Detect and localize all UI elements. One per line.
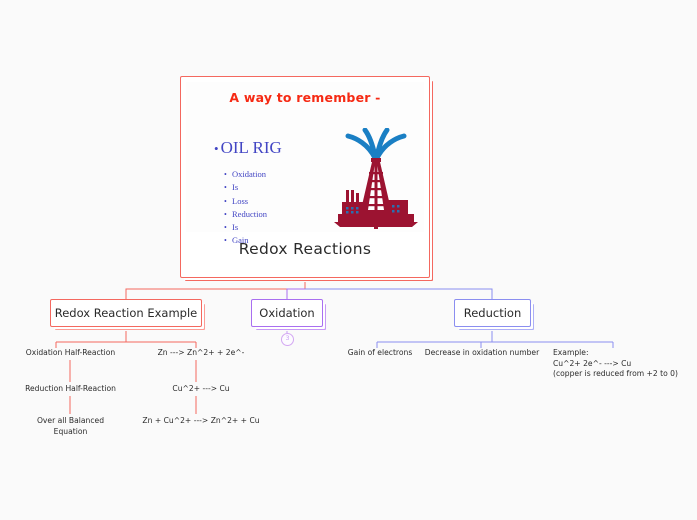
list-item: • Reduction xyxy=(224,208,267,221)
bullet-glyph: • xyxy=(214,141,219,157)
bullet-dot-icon: • xyxy=(224,196,227,206)
list-item-label: Gain xyxy=(232,235,249,246)
node-label: Reduction xyxy=(463,306,522,320)
bullet-dot-icon: • xyxy=(224,170,227,179)
leaf-gain-of-electrons[interactable]: Gain of electrons xyxy=(330,348,430,359)
root-caption: Redox Reactions xyxy=(238,240,372,258)
root-node-inner: A way to remember - • OIL RIG • Oxidation … xyxy=(186,82,424,272)
leaf-reduction-example[interactable]: Example: Cu^2+ 2e^- ---> Cu (copper is r… xyxy=(553,348,693,380)
leaf-overall-balanced-equation[interactable]: Over all Balanced Equation xyxy=(8,416,133,437)
leaf-equation-oxidation[interactable]: Zn ---> Zn^2+ + 2e^- xyxy=(140,348,262,359)
node-reduction[interactable]: Reduction xyxy=(454,299,531,327)
list-item: • Gain xyxy=(224,234,267,247)
slide-bullet-list: • Oxidation • Is • Loss • Reduction • Is • Gai… xyxy=(224,168,267,248)
root-node[interactable]: A way to remember - • OIL RIG • Oxidation … xyxy=(180,76,430,278)
bullet-dot-icon: • xyxy=(224,183,227,193)
mindmap-canvas: A way to remember - • OIL RIG • Oxidation … xyxy=(0,0,697,520)
slide-title: A way to remember - xyxy=(229,90,381,105)
node-label: Redox Reaction Example xyxy=(54,306,198,320)
list-item-label: Reduction xyxy=(232,208,267,219)
leaf-equation-reduction[interactable]: Cu^2+ ---> Cu xyxy=(140,384,262,395)
list-item: • Is xyxy=(224,181,267,194)
slide-thumbnail: A way to remember - • OIL RIG • Oxidation … xyxy=(186,82,424,245)
leaf-decrease-in-oxidation-number[interactable]: Decrease in oxidation number xyxy=(418,348,546,359)
slide-heading-text: OIL RIG xyxy=(220,138,282,157)
node-oxidation[interactable]: Oxidation xyxy=(251,299,323,327)
list-item: • Loss xyxy=(224,195,267,208)
node-label: Oxidation xyxy=(259,306,315,320)
bullet-dot-icon: • xyxy=(224,209,227,219)
list-item: • Is xyxy=(224,221,267,234)
bullet-dot-icon: • xyxy=(224,236,227,246)
leaf-equation-balanced[interactable]: Zn + Cu^2+ ---> Zn^2+ + Cu xyxy=(125,416,277,427)
list-item-label: Oxidation xyxy=(232,169,266,179)
slide-heading: • OIL RIG xyxy=(214,138,282,158)
list-item-label: Is xyxy=(232,182,239,193)
node-redox-reaction-example[interactable]: Redox Reaction Example xyxy=(50,299,202,327)
oil-rig-icon xyxy=(334,128,418,229)
collapse-badge-oxidation[interactable]: 3 xyxy=(281,333,294,346)
list-item: • Oxidation xyxy=(224,168,267,181)
list-item-label: Loss xyxy=(232,195,249,206)
leaf-reduction-half-reaction[interactable]: Reduction Half-Reaction xyxy=(8,384,133,395)
leaf-oxidation-half-reaction[interactable]: Oxidation Half-Reaction xyxy=(8,348,133,359)
list-item-label: Is xyxy=(232,222,239,233)
bullet-dot-icon: • xyxy=(224,223,227,233)
